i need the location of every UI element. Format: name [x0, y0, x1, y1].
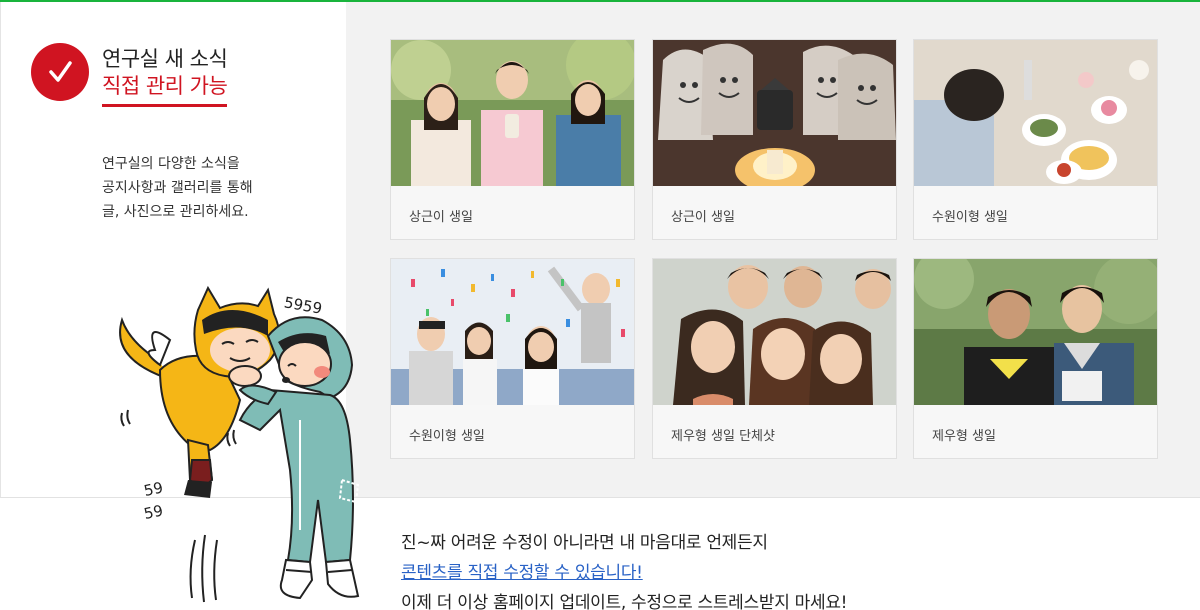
gallery-caption: 수원이형 생일	[409, 429, 485, 444]
gallery-card[interactable]: 상근이 생일	[652, 39, 897, 240]
gallery-photo-two-students	[914, 259, 1157, 405]
gallery-caption: 제우형 생일	[932, 429, 996, 444]
gallery-caption: 상근이 생일	[409, 210, 473, 225]
description-line: 글, 사진으로 관리하세요.	[102, 204, 249, 220]
gallery-card[interactable]: 제우형 생일	[913, 258, 1158, 459]
gallery-photo-lantern-dolls	[653, 40, 896, 186]
check-icon	[31, 43, 89, 101]
gallery-card[interactable]: 상근이 생일	[390, 39, 635, 240]
gallery-card[interactable]: 제우형 생일 단체샷	[652, 258, 897, 459]
sound-effect-text: 59	[142, 501, 164, 523]
sound-effect-text: 59	[142, 478, 164, 500]
gallery-photo-group-portrait	[391, 40, 634, 186]
promo-highlight-link[interactable]: 콘텐츠를 직접 수정할 수 있습니다!	[401, 558, 643, 583]
gallery-card[interactable]: 수원이형 생일	[390, 258, 635, 459]
feature-subtitle: 직접 관리 가능	[102, 70, 228, 107]
description-line: 공지사항과 갤러리를 통해	[102, 180, 253, 196]
feature-description: 연구실의 다양한 소식을 공지사항과 갤러리를 통해 글, 사진으로 관리하세요…	[102, 152, 253, 224]
promo-text-line: 진~짜 어려운 수정이 아니라면 내 마음대로 언제든지	[401, 533, 768, 553]
feature-title: 연구실 새 소식	[102, 47, 228, 71]
gallery-photo-group-selfie	[653, 259, 896, 405]
gallery-caption: 상근이 생일	[671, 210, 735, 225]
sound-effect-text: 5959	[283, 293, 324, 317]
description-line: 연구실의 다양한 소식을	[102, 156, 240, 172]
gallery-caption: 제우형 생일 단체샷	[671, 429, 775, 444]
gallery-card[interactable]: 수원이형 생일	[913, 39, 1158, 240]
gallery-caption: 수원이형 생일	[932, 210, 1008, 225]
gallery-photo-confetti	[391, 259, 634, 405]
mascot-illustration: 5959 59 59	[119, 285, 360, 603]
promo-text-line: 이제 더 이상 홈페이지 업데이트, 수정으로 스트레스받지 마세요!	[401, 593, 848, 610]
gallery-photo-party-table	[914, 40, 1157, 186]
